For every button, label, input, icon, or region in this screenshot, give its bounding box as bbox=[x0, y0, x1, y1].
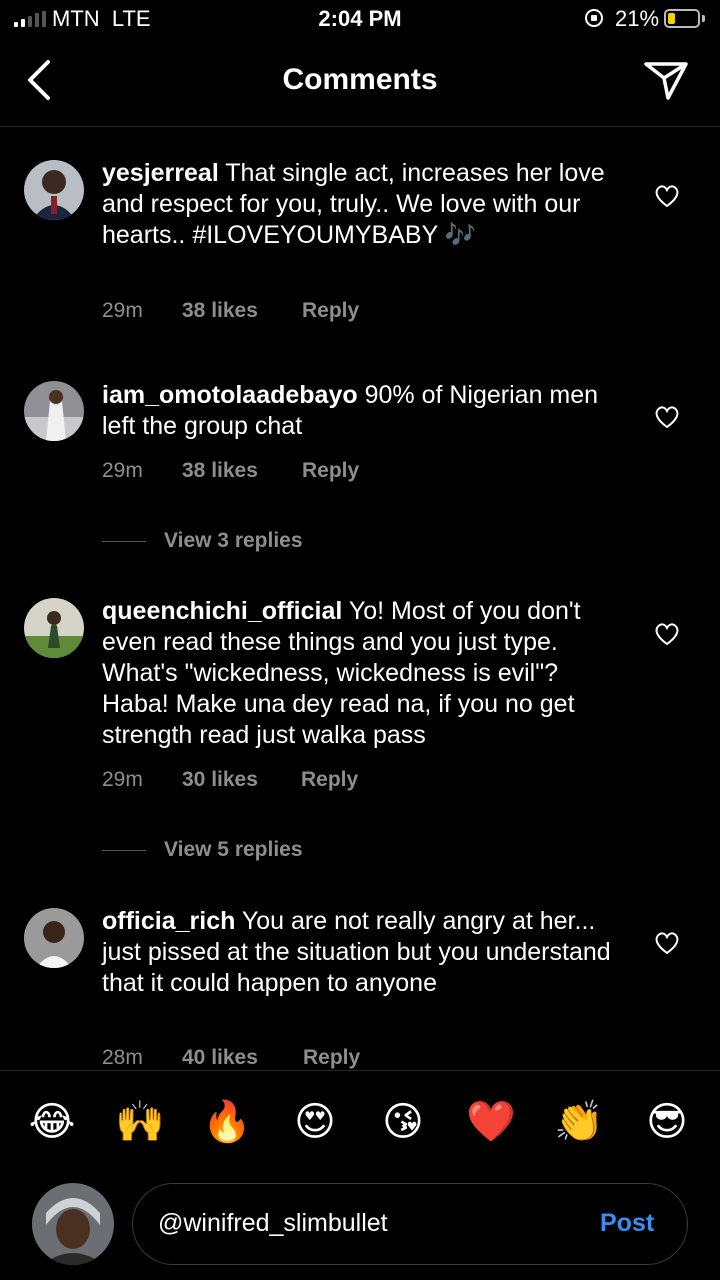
comment-text: officia_rich You are not really angry at… bbox=[102, 906, 622, 999]
emoji-heart-eyes-button[interactable]: 😍 bbox=[285, 1097, 345, 1147]
clock: 2:04 PM bbox=[318, 6, 402, 31]
battery-percent: 21% bbox=[615, 6, 660, 31]
comment-meta: 29m 38 likes Reply bbox=[102, 459, 359, 483]
emoji-fire-button[interactable]: 🔥 bbox=[197, 1097, 257, 1147]
view-replies-label: View 3 replies bbox=[164, 529, 303, 552]
reply-button[interactable]: Reply bbox=[303, 1046, 360, 1070]
comment-likes[interactable]: 40 likes bbox=[182, 1046, 303, 1070]
comment-time: 28m bbox=[102, 1046, 143, 1069]
replies-line bbox=[102, 540, 146, 542]
avatar[interactable] bbox=[24, 160, 84, 220]
comment-meta: 28m 40 likes Reply bbox=[102, 1046, 360, 1070]
comment-username[interactable]: queenchichi_official bbox=[102, 597, 342, 625]
comment-username[interactable]: officia_rich bbox=[102, 907, 235, 935]
like-button[interactable] bbox=[654, 622, 680, 646]
emoji-bar-divider bbox=[0, 1070, 720, 1071]
share-button[interactable] bbox=[642, 58, 690, 102]
emoji-clap-button[interactable]: 👏 bbox=[549, 1097, 609, 1147]
comment-text: iam_omotolaadebayo 90% of Nigerian men l… bbox=[102, 380, 622, 442]
send-icon bbox=[644, 62, 688, 100]
comment-likes[interactable]: 38 likes bbox=[182, 299, 302, 323]
view-replies-label: View 5 replies bbox=[164, 838, 303, 861]
reply-button[interactable]: Reply bbox=[301, 768, 358, 792]
heart-icon bbox=[655, 623, 679, 646]
status-bar: MTN LTE 2:04 PM 21% bbox=[0, 0, 720, 40]
battery-icon bbox=[664, 9, 700, 28]
emoji-red-heart-button[interactable]: ❤️ bbox=[461, 1097, 521, 1147]
like-button[interactable] bbox=[654, 931, 680, 955]
my-avatar bbox=[32, 1183, 114, 1265]
comment-time: 29m bbox=[102, 459, 143, 482]
comment-likes[interactable]: 38 likes bbox=[182, 459, 302, 483]
header-divider bbox=[0, 126, 720, 127]
comment-time: 29m bbox=[102, 768, 143, 791]
comment-text: yesjerreal That single act, increases he… bbox=[102, 158, 622, 251]
avatar[interactable] bbox=[24, 908, 84, 968]
comment-likes[interactable]: 30 likes bbox=[182, 768, 301, 792]
comment-meta: 29m 38 likes Reply bbox=[102, 299, 359, 323]
comment-username[interactable]: yesjerreal bbox=[102, 159, 219, 187]
heart-icon bbox=[655, 406, 679, 429]
view-replies-button[interactable]: View 5 replies bbox=[102, 838, 303, 862]
heart-icon bbox=[655, 932, 679, 955]
avatar[interactable] bbox=[24, 598, 84, 658]
comment-meta: 29m 30 likes Reply bbox=[102, 768, 358, 792]
comment-username[interactable]: iam_omotolaadebayo bbox=[102, 381, 358, 409]
battery-tip bbox=[702, 15, 705, 22]
like-button[interactable] bbox=[654, 405, 680, 429]
emoji-sunglasses-button[interactable]: 😎 bbox=[637, 1097, 697, 1147]
heart-icon bbox=[655, 185, 679, 208]
reply-button[interactable]: Reply bbox=[302, 299, 359, 323]
avatar[interactable] bbox=[24, 381, 84, 441]
emoji-joy-button[interactable]: 😂 bbox=[22, 1097, 82, 1147]
emoji-kiss-button[interactable]: 😘 bbox=[373, 1097, 433, 1147]
rotation-lock-icon bbox=[585, 9, 603, 27]
reply-button[interactable]: Reply bbox=[302, 459, 359, 483]
like-button[interactable] bbox=[654, 184, 680, 208]
post-button[interactable]: Post bbox=[600, 1209, 654, 1238]
comment-input-value[interactable]: @winifred_slimbullet bbox=[158, 1209, 388, 1238]
comment-text: queenchichi_official Yo! Most of you don… bbox=[102, 596, 622, 751]
view-replies-button[interactable]: View 3 replies bbox=[102, 529, 303, 553]
emoji-raised-hands-button[interactable]: 🙌 bbox=[110, 1097, 170, 1147]
comment-time: 29m bbox=[102, 299, 143, 322]
page-title: Comments bbox=[282, 63, 438, 96]
replies-line bbox=[102, 849, 146, 851]
